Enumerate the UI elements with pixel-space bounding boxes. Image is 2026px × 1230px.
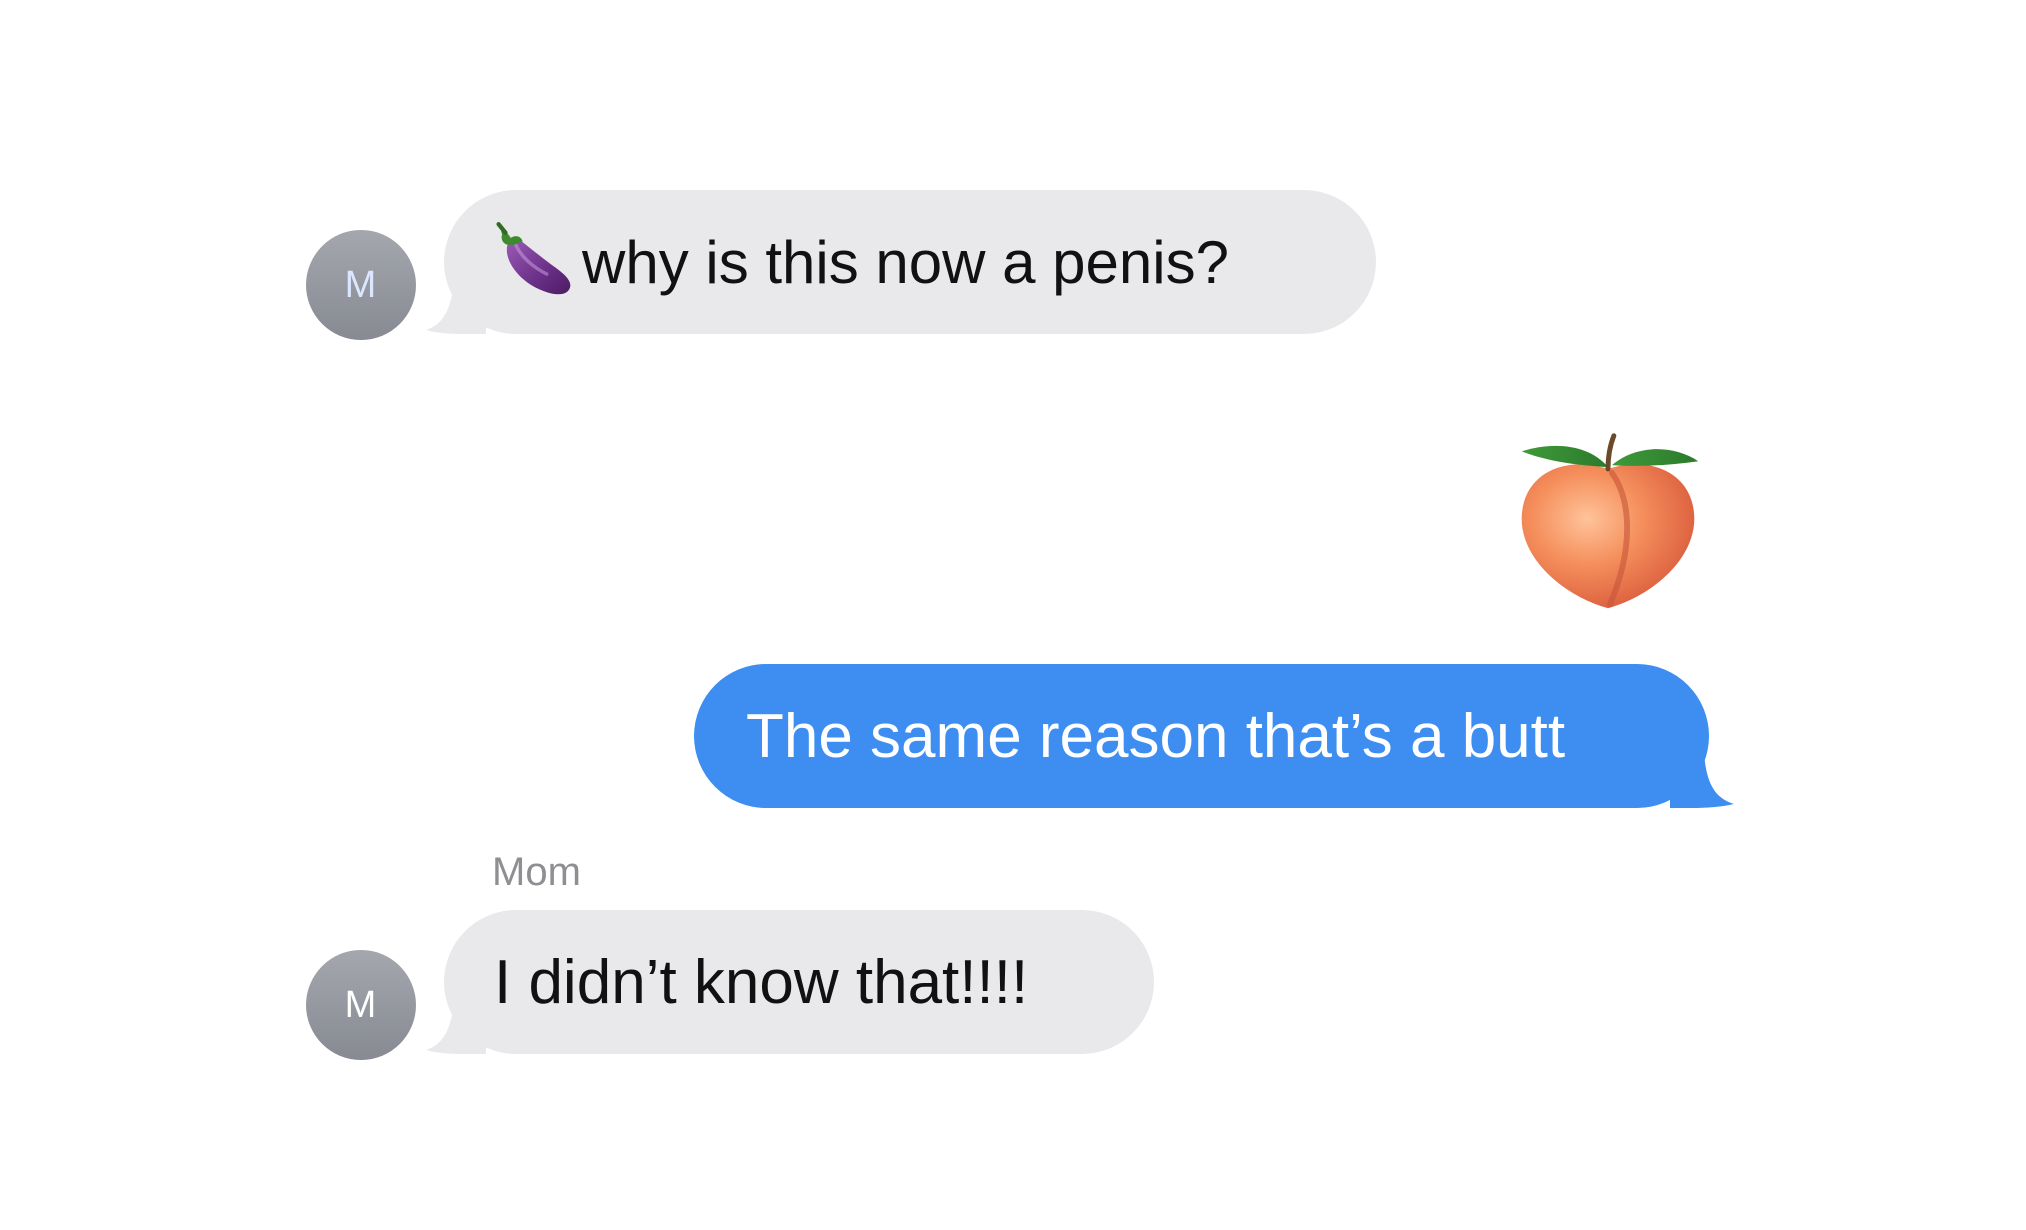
eggplant-icon	[496, 222, 571, 295]
incoming-message-bubble[interactable]: why is this now a penis?	[444, 190, 1376, 334]
sender-name: Mom	[492, 850, 581, 894]
avatar-initial: M	[344, 983, 378, 1026]
message-thread: M why is this now a penis? The same reas…	[0, 0, 2026, 1230]
message-text: The same reason that’s a butt	[746, 701, 1566, 771]
avatar-initial: M	[344, 263, 378, 306]
incoming-message-bubble[interactable]: I didn’t know that!!!!	[444, 910, 1154, 1054]
peach-icon	[1521, 433, 1699, 609]
message-text: why is this now a penis?	[582, 228, 1229, 296]
message-text: I didn’t know that!!!!	[494, 947, 1029, 1017]
contact-avatar[interactable]: M	[306, 950, 416, 1060]
contact-avatar[interactable]: M	[306, 230, 416, 340]
outgoing-message-bubble[interactable]: The same reason that’s a butt	[694, 664, 1709, 808]
